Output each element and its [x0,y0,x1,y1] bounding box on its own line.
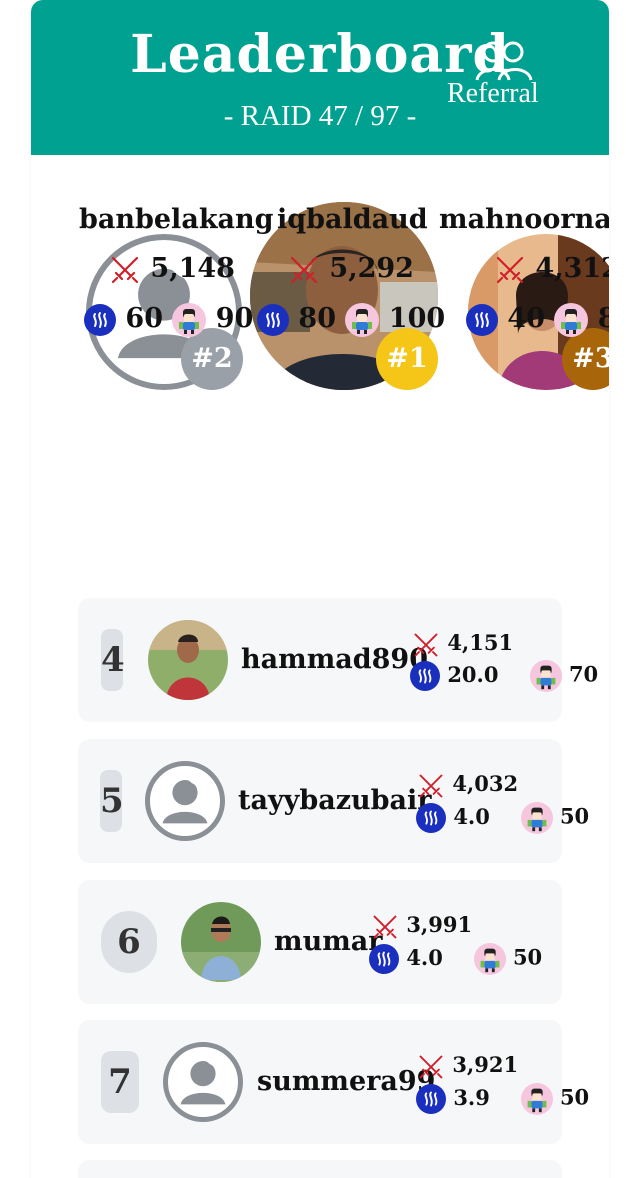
mascot-value: 70 [568,661,599,687]
score-value: 5,292 [329,253,414,284]
steem-coin-icon [84,303,116,336]
mascot-token-icon [520,1083,553,1115]
score-value: 4,032 [452,771,519,796]
rank-number: 6 [101,911,157,973]
score-value: 4,151 [447,630,514,655]
score: 5,292 [288,250,414,288]
crossed-swords-icon [288,254,320,286]
list-item[interactable]: 7 summera99 3,921 3.9 50 [78,1020,589,1144]
list-item[interactable]: 6 mumar 3,991 4.0 50 [78,880,562,1004]
rank-number: 7 [101,1051,139,1113]
avatar [181,902,261,982]
crossed-swords-icon [109,254,141,286]
rank-number: 5 [100,770,124,832]
steem-coin-icon [410,661,440,691]
rewards: 4.0 50 [416,802,589,834]
list-item[interactable]: 4 hammad890 4,151 20.0 70 [78,598,598,722]
score: 4,312 [494,250,609,288]
score-value: 3,921 [452,1052,519,1077]
list-item[interactable] [78,1160,562,1178]
steem-value: 20.0 [447,661,499,687]
crossed-swords-icon [412,631,440,659]
avatar [163,1042,243,1122]
steem-coin-icon [416,1084,446,1114]
rewards: 4.0 50 [369,943,542,975]
steem-coin-icon [466,303,498,336]
score: 4,151 [412,630,513,659]
header-banner: Leaderboard - RAID 47 / 97 - Referral [31,0,609,155]
steem-value: 80 [298,303,336,334]
crossed-swords-icon [417,772,445,800]
username[interactable]: iqbaldaud [277,200,428,240]
mascot-token-icon [345,302,380,337]
score: 3,921 [417,1052,518,1081]
avatar [148,620,228,700]
rewards: 20.0 70 [410,660,598,692]
steem-coin-icon [369,944,399,974]
score: 5,148 [109,250,235,288]
rewards: 60 90 [84,300,253,338]
mascot-value: 90 [215,303,254,334]
username[interactable]: tayybazubair [238,783,432,819]
mascot-token-icon [554,302,589,337]
rewards: 3.9 50 [416,1083,589,1115]
rewards: 40 8 [466,300,609,338]
mascot-token-icon [529,660,562,692]
leaderboard-card: Leaderboard - RAID 47 / 97 - Referral #2… [31,0,609,1178]
username[interactable]: mumar [274,924,383,960]
score-value: 4,312 [535,253,609,284]
rewards: 80 100 [257,300,445,338]
steem-coin-icon [257,303,289,336]
username[interactable]: summera99 [257,1064,435,1100]
crossed-swords-icon [417,1053,445,1081]
crossed-swords-icon [494,254,526,286]
username[interactable]: hammad890 [241,642,428,678]
steem-value: 3.9 [453,1084,490,1110]
steem-value: 4.0 [406,944,443,970]
mascot-value: 8 [597,303,609,334]
rank-number: 4 [101,629,125,691]
referral-link[interactable]: Referral [447,76,539,112]
mascot-value: 100 [388,303,446,334]
steem-coin-icon [416,803,446,833]
mascot-value: 50 [559,1084,590,1110]
mascot-value: 50 [512,944,543,970]
score: 4,032 [417,771,518,800]
mascot-token-icon [172,302,207,337]
username[interactable]: banbelakang [79,200,274,240]
mascot-token-icon [473,943,506,975]
mascot-value: 50 [559,803,590,829]
username[interactable]: mahnoornav [439,200,609,240]
steem-value: 4.0 [453,803,490,829]
mascot-token-icon [520,802,553,834]
steem-value: 60 [125,303,163,334]
steem-value: 40 [507,303,545,334]
crossed-swords-icon [371,913,399,941]
score: 3,991 [371,912,472,941]
score-value: 5,148 [150,253,235,284]
score-value: 3,991 [406,912,473,937]
avatar [145,761,225,841]
list-item[interactable]: 5 tayybazubair 4,032 4.0 50 [78,739,589,863]
